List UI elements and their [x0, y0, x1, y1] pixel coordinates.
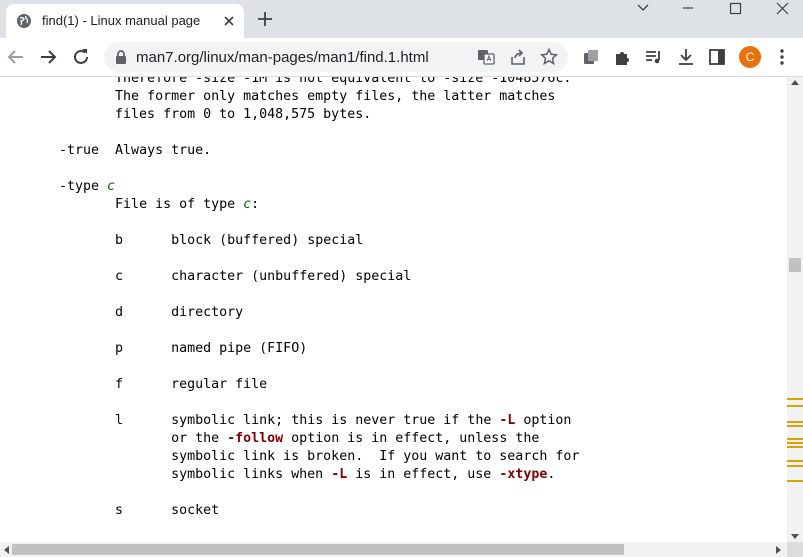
- text-line: files from 0 to 1,048,575 bytes.: [59, 107, 372, 122]
- star-icon[interactable]: [540, 48, 558, 66]
- symlink-text: is in effect, use: [347, 467, 500, 482]
- vertical-scrollbar[interactable]: [787, 77, 803, 542]
- type-arg-ref: c: [243, 197, 252, 212]
- window-close-icon[interactable]: [762, 0, 802, 30]
- lock-icon[interactable]: [114, 49, 128, 65]
- tab-title: find(1) - Linux manual page: [42, 13, 201, 28]
- option-follow-ref: -follow: [227, 431, 284, 446]
- search-match-marker: [787, 460, 803, 462]
- option-L-ref: -L: [331, 467, 348, 482]
- download-icon[interactable]: [676, 47, 696, 67]
- search-match-marker: [787, 480, 803, 482]
- toolbar: man7.org/linux/man-pages/man1/find.1.htm…: [0, 38, 803, 77]
- option-type-arg: c: [107, 179, 116, 194]
- man-page-text: Therefore -size -1M is not equivalent to…: [59, 77, 579, 520]
- type-desc-text: File is of type: [115, 197, 244, 212]
- symlink-text: option: [515, 413, 572, 428]
- type-code: c: [115, 269, 124, 284]
- type-desc: named pipe (FIFO): [171, 341, 308, 356]
- search-match-marker: [787, 438, 803, 440]
- translate-icon[interactable]: [477, 48, 495, 66]
- type-code: s: [115, 503, 124, 518]
- type-desc: block (buffered) special: [171, 233, 364, 248]
- search-match-marker: [787, 446, 803, 448]
- type-desc: character (unbuffered) special: [171, 269, 412, 284]
- media-queue-icon[interactable]: [644, 47, 664, 67]
- type-code: d: [115, 305, 124, 320]
- tab-find-man-page[interactable]: find(1) - Linux manual page: [6, 4, 244, 38]
- type-desc: directory: [171, 305, 244, 320]
- type-code: b: [115, 233, 124, 248]
- url-text[interactable]: man7.org/linux/man-pages/man1/find.1.htm…: [136, 49, 429, 66]
- type-desc: regular file: [171, 377, 268, 392]
- vertical-scroll-thumb[interactable]: [789, 258, 801, 272]
- symlink-text: symbolic link is broken. If you want to …: [171, 449, 580, 464]
- profile-avatar[interactable]: C: [739, 46, 761, 68]
- scroll-left-arrow-icon[interactable]: [3, 546, 9, 554]
- globe-icon: [17, 14, 31, 28]
- type-desc: socket: [171, 503, 220, 518]
- scroll-up-arrow-icon[interactable]: [791, 79, 799, 85]
- plus-icon[interactable]: [256, 10, 274, 28]
- symlink-text: or the: [171, 431, 228, 446]
- minimize-icon[interactable]: [668, 0, 708, 30]
- scroll-down-arrow-icon[interactable]: [791, 534, 799, 540]
- type-desc-colon: :: [251, 197, 260, 212]
- text-line: The former only matches empty files, the…: [59, 89, 556, 104]
- scrollbar-corner: [787, 542, 803, 557]
- share-icon[interactable]: [509, 48, 527, 66]
- tab-strip: find(1) - Linux manual page: [0, 0, 803, 38]
- address-bar[interactable]: man7.org/linux/man-pages/man1/find.1.htm…: [104, 42, 568, 72]
- type-code: p: [115, 341, 124, 356]
- forward-icon[interactable]: [38, 47, 58, 67]
- symlink-text: .: [547, 467, 556, 482]
- close-icon[interactable]: [220, 12, 238, 30]
- copy-extension-icon[interactable]: [581, 47, 601, 67]
- search-match-marker: [787, 421, 803, 423]
- top-fragment-line: Therefore -size -1M is not equivalent to…: [59, 77, 572, 86]
- option-type: -type: [59, 179, 100, 194]
- scroll-right-arrow-icon[interactable]: [776, 546, 782, 554]
- reload-icon[interactable]: [71, 47, 91, 67]
- option-true: -true: [59, 143, 100, 158]
- puzzle-icon[interactable]: [612, 47, 632, 67]
- horizontal-scrollbar[interactable]: [0, 542, 787, 557]
- search-match-marker: [787, 405, 803, 407]
- page-content: Therefore -size -1M is not equivalent to…: [0, 77, 787, 542]
- search-match-marker: [787, 442, 803, 444]
- maximize-icon[interactable]: [715, 0, 755, 30]
- horizontal-scroll-thumb[interactable]: [12, 544, 624, 555]
- chevron-down-icon[interactable]: [623, 0, 663, 30]
- option-L-ref: -L: [499, 413, 516, 428]
- search-match-marker: [787, 425, 803, 427]
- symlink-text: symbolic links when: [171, 467, 332, 482]
- menu-kebab-icon[interactable]: [772, 47, 792, 67]
- option-xtype-ref: -xtype: [499, 467, 548, 482]
- symlink-text: option is in effect, unless the: [283, 431, 540, 446]
- back-icon[interactable]: [6, 47, 26, 67]
- type-code: l: [115, 413, 124, 428]
- side-panel-icon[interactable]: [707, 47, 727, 67]
- search-match-marker: [787, 398, 803, 400]
- search-match-marker: [787, 465, 803, 467]
- type-code: f: [115, 377, 124, 392]
- symlink-text: symbolic link; this is never true if the: [171, 413, 500, 428]
- option-true-desc: Always true.: [115, 143, 212, 158]
